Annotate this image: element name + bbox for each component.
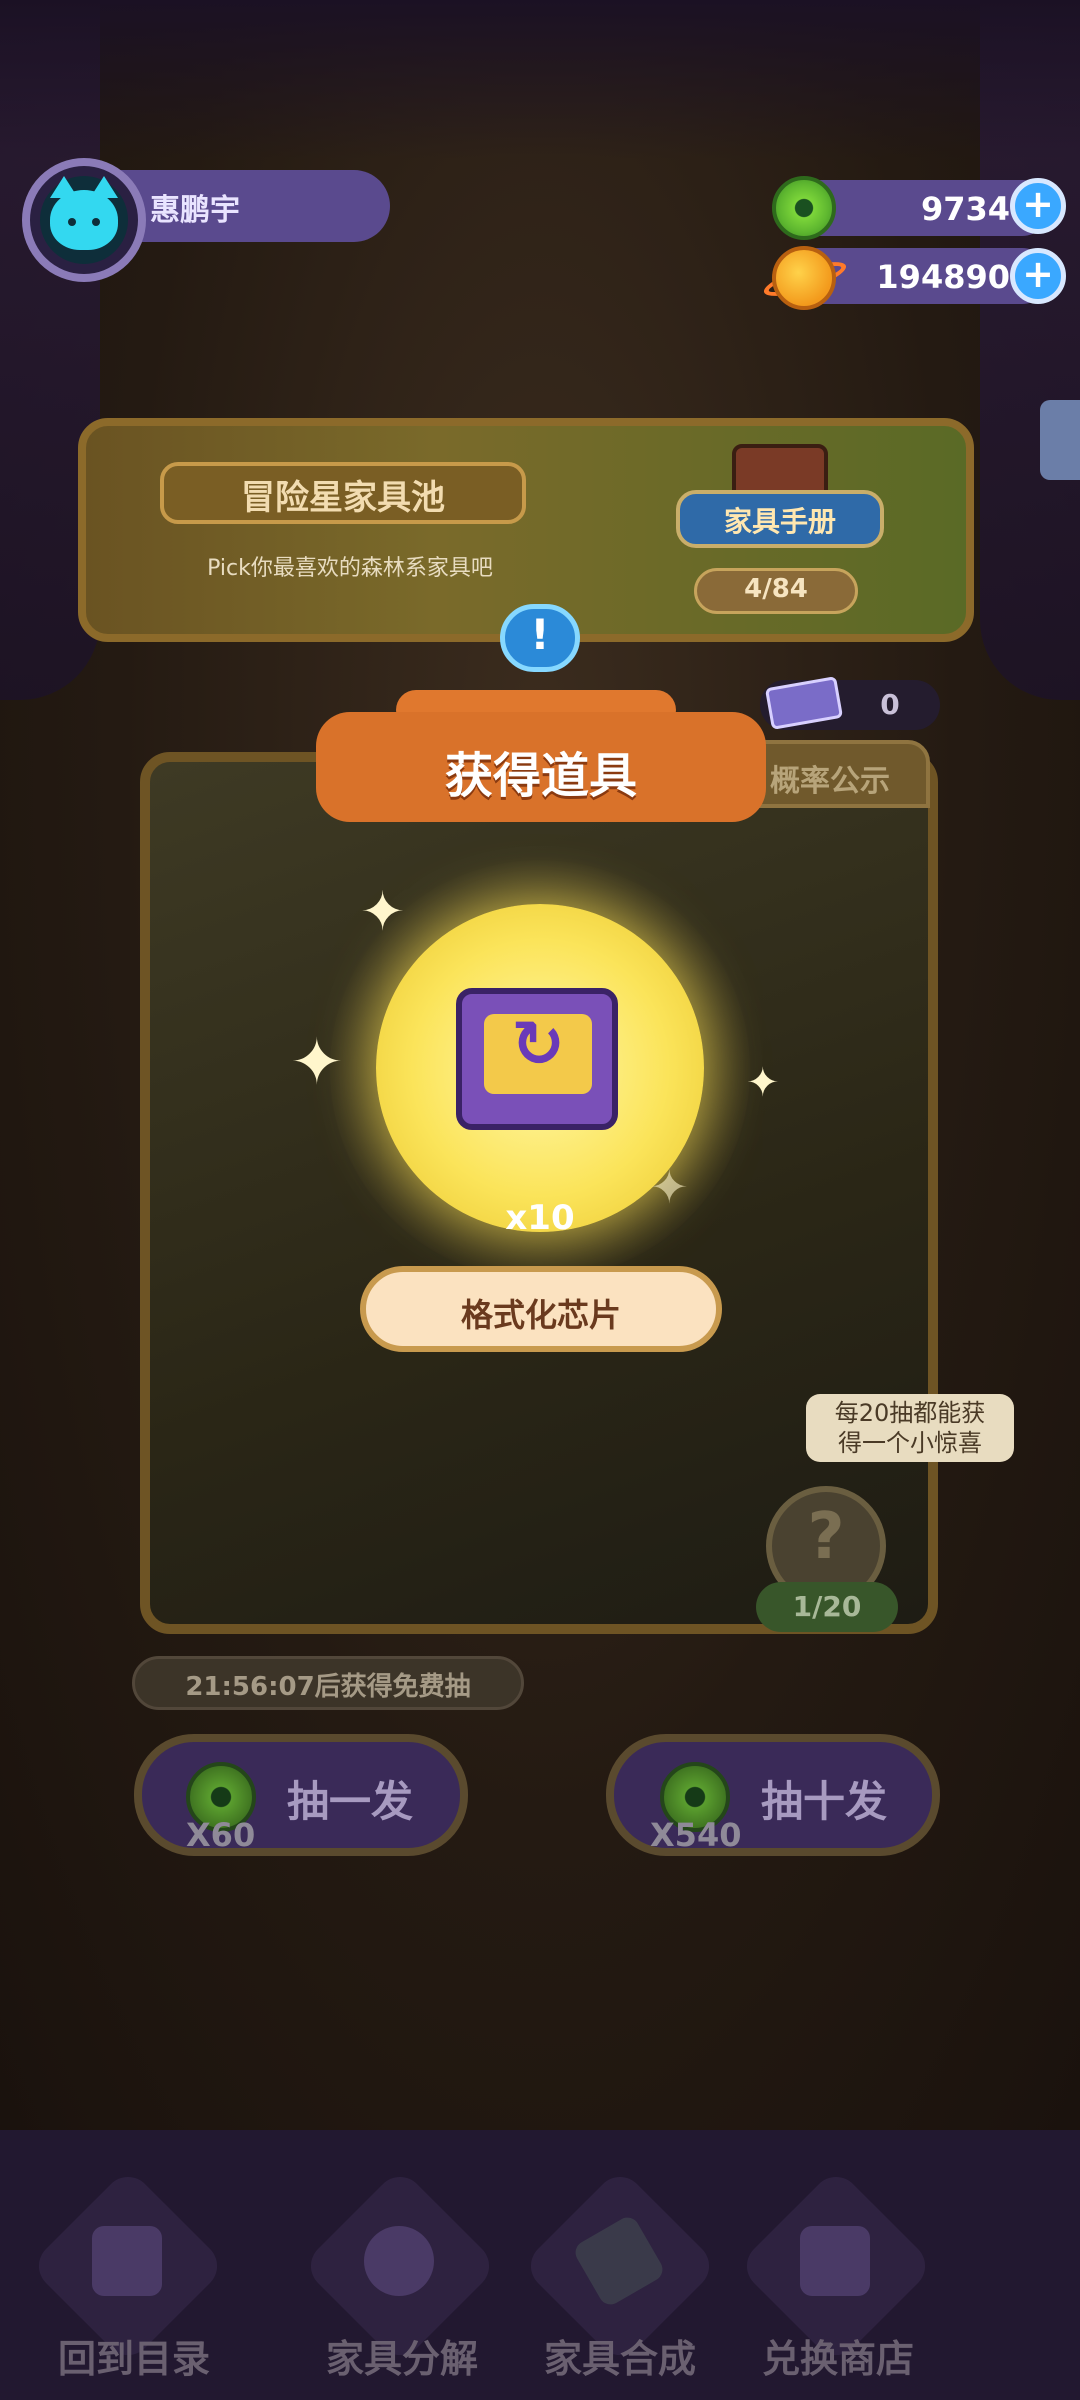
sparkle-icon: ✦	[360, 880, 406, 943]
question-mark-icon: ?	[807, 1500, 845, 1574]
draw-ten-cost: X540	[650, 1816, 742, 1854]
sparkle-icon: ✦	[650, 1160, 689, 1214]
planet-coin-icon	[772, 246, 836, 310]
puzzle-icon	[364, 2226, 434, 2296]
gem-amount: 9734	[920, 190, 1010, 228]
curtain-top	[0, 0, 1080, 160]
reward-title: 获得道具	[444, 748, 637, 804]
side-clip-icon[interactable]	[1040, 400, 1080, 480]
green-gem-icon	[772, 176, 836, 240]
exclamation-icon: !	[530, 610, 550, 659]
gift-icon	[800, 2226, 870, 2296]
pool-subtitle: Pick你最喜欢的森林系家具吧	[207, 556, 493, 581]
nav-synthesize-label: 家具合成	[543, 2337, 696, 2381]
pool-title: 冒险星家具池	[241, 478, 445, 518]
cat-avatar-icon	[50, 176, 118, 250]
bonus-hint-line-2: 得一个小惊喜	[838, 1429, 982, 1457]
sparkle-icon: ✦	[290, 1026, 344, 1100]
reward-quantity: x10	[505, 1198, 575, 1238]
nav-back-label: 回到目录	[57, 2337, 210, 2381]
reward-item-name: 格式化芯片	[460, 1296, 621, 1334]
handbook-label: 家具手册	[723, 505, 836, 538]
bonus-progress: 1/20	[792, 1590, 862, 1623]
handbook-progress: 4/84	[744, 574, 808, 604]
bonus-hint-line-1: 每20抽都能获	[834, 1399, 986, 1427]
bonus-hint-text: 每20抽都能获 得一个小惊喜	[812, 1398, 1008, 1458]
draw-one-label: 抽一发	[286, 1777, 413, 1826]
add-coins-button[interactable]: +	[1010, 248, 1066, 304]
refresh-arrow-icon: ↻	[511, 1008, 565, 1082]
add-gems-button[interactable]: +	[1010, 178, 1066, 234]
nav-decompose-label: 家具分解	[325, 2337, 478, 2381]
draw-ten-label: 抽十发	[760, 1777, 887, 1826]
nav-shop-label: 兑换商店	[761, 2337, 914, 2381]
draw-one-cost: X60	[186, 1816, 256, 1854]
sparkle-icon: ✦	[746, 1060, 780, 1106]
ticket-count: 0	[880, 688, 900, 721]
back-card-icon	[92, 2226, 162, 2296]
profile-name: 惠鹏宇	[150, 193, 240, 228]
free-draw-timer-text: 21:56:07后获得免费抽	[185, 1672, 471, 1702]
